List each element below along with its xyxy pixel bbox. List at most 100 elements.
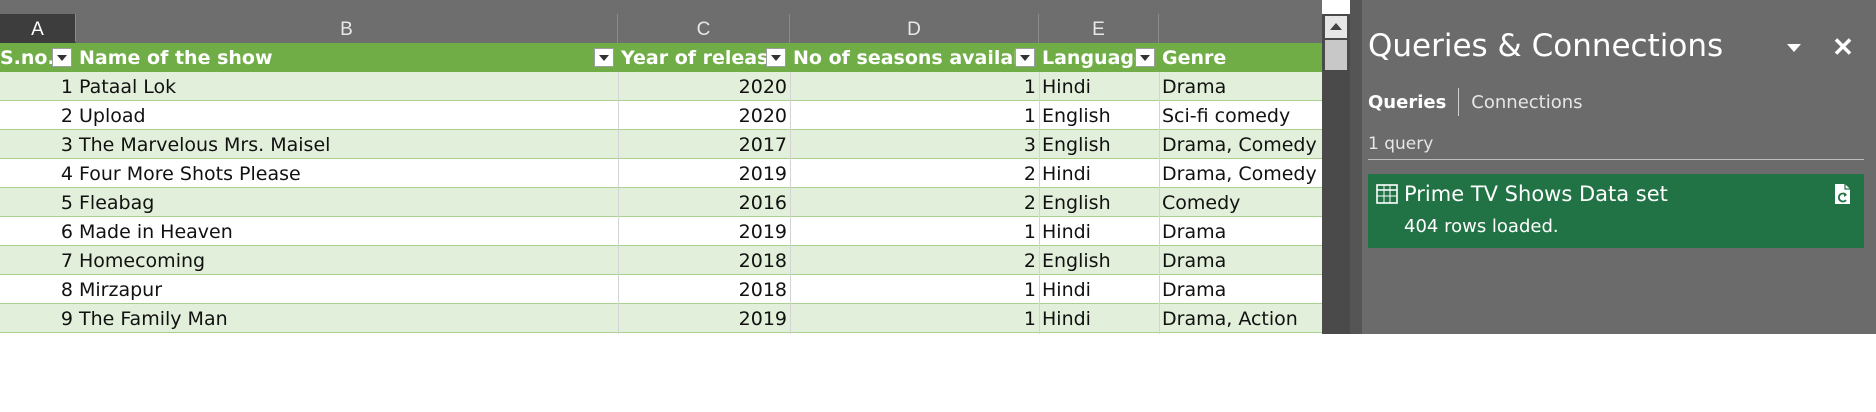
cell-language[interactable]: Hindi: [1039, 275, 1159, 303]
refresh-icon[interactable]: [1832, 182, 1854, 206]
column-header-d[interactable]: D: [790, 14, 1039, 43]
table-header-row: S.no. Name of the show Year of release N…: [0, 43, 1322, 72]
cell-language[interactable]: Hindi: [1039, 159, 1159, 187]
cell-genre[interactable]: Drama: [1159, 246, 1322, 274]
scroll-up-button[interactable]: [1325, 16, 1347, 38]
column-header-b[interactable]: B: [76, 14, 618, 43]
cell-show-name[interactable]: The Family Man: [76, 304, 618, 332]
filter-dropdown-icon[interactable]: [1015, 48, 1035, 67]
spreadsheet-grid: A B C D E S.no. Name of the show Year of…: [0, 0, 1322, 334]
cell-year[interactable]: 2018: [618, 275, 790, 303]
cell-sno[interactable]: 8: [0, 275, 76, 303]
column-headers: A B C D E: [0, 14, 1322, 43]
cell-show-name[interactable]: The Marvelous Mrs. Maisel: [76, 130, 618, 158]
tab-connections[interactable]: Connections: [1471, 92, 1582, 113]
header-genre: Genre: [1162, 47, 1227, 69]
cell-genre[interactable]: Drama: [1159, 72, 1322, 100]
cell-sno[interactable]: 2: [0, 101, 76, 129]
cell-seasons[interactable]: 3: [790, 130, 1039, 158]
cell-genre[interactable]: Comedy: [1159, 188, 1322, 216]
tab-queries[interactable]: Queries: [1368, 92, 1446, 113]
pane-splitter[interactable]: [1350, 0, 1362, 334]
excel-window: A B C D E S.no. Name of the show Year of…: [0, 0, 1876, 334]
chevron-down-icon[interactable]: [1782, 36, 1806, 60]
table-icon: [1376, 184, 1398, 204]
cell-seasons[interactable]: 1: [790, 304, 1039, 332]
cell-year[interactable]: 2019: [618, 159, 790, 187]
filter-dropdown-icon[interactable]: [1135, 48, 1155, 67]
cell-sno[interactable]: 5: [0, 188, 76, 216]
cell-year[interactable]: 2019: [618, 304, 790, 332]
cell-sno[interactable]: 4: [0, 159, 76, 187]
query-item[interactable]: Prime TV Shows Data set 404 rows loaded.: [1368, 174, 1864, 248]
cell-show-name[interactable]: Upload: [76, 101, 618, 129]
cell-seasons[interactable]: 2: [790, 246, 1039, 274]
cell-language[interactable]: Hindi: [1039, 72, 1159, 100]
cell-year[interactable]: 2018: [618, 246, 790, 274]
query-name: Prime TV Shows Data set: [1404, 182, 1668, 206]
filter-dropdown-icon[interactable]: [766, 48, 786, 67]
cell-year[interactable]: 2019: [618, 217, 790, 245]
table-row: 6 Made in Heaven 2019 1 Hindi Drama: [0, 217, 1322, 246]
column-header-e[interactable]: E: [1039, 14, 1159, 43]
header-show-name: Name of the show: [79, 47, 273, 69]
column-divider: [1159, 72, 1160, 334]
cell-genre[interactable]: Drama: [1159, 217, 1322, 245]
cell-show-name[interactable]: Mirzapur: [76, 275, 618, 303]
vertical-scrollbar[interactable]: [1322, 14, 1350, 334]
cell-genre[interactable]: Drama: [1159, 275, 1322, 303]
cell-language[interactable]: English: [1039, 101, 1159, 129]
cell-language[interactable]: English: [1039, 246, 1159, 274]
cell-year[interactable]: 2020: [618, 72, 790, 100]
column-divider: [618, 72, 619, 334]
cell-genre[interactable]: Sci-fi comedy: [1159, 101, 1322, 129]
cell-language[interactable]: Hindi: [1039, 304, 1159, 332]
column-divider: [1039, 72, 1040, 334]
cell-seasons[interactable]: 1: [790, 72, 1039, 100]
cell-show-name[interactable]: Homecoming: [76, 246, 618, 274]
cell-seasons[interactable]: 1: [790, 101, 1039, 129]
cell-year[interactable]: 2020: [618, 101, 790, 129]
cell-sno[interactable]: 9: [0, 304, 76, 332]
cell-seasons[interactable]: 2: [790, 188, 1039, 216]
table-row: 4 Four More Shots Please 2019 2 Hindi Drama, …: [0, 159, 1322, 188]
column-header-a[interactable]: A: [0, 14, 76, 43]
table-row: 9 The Family Man 2019 1 Hindi Drama, Action: [0, 304, 1322, 333]
close-icon[interactable]: ✕: [1828, 32, 1858, 62]
tab-divider: [1458, 88, 1460, 116]
header-sno: S.no.: [0, 47, 54, 69]
grid-top-strip: [0, 0, 1322, 14]
scroll-thumb[interactable]: [1325, 40, 1347, 70]
cell-seasons[interactable]: 2: [790, 159, 1039, 187]
queries-connections-pane: Queries & Connections ✕ Queries Connectio…: [1362, 0, 1876, 334]
cell-sno[interactable]: 3: [0, 130, 76, 158]
pane-tabs: Queries Connections: [1368, 88, 1583, 118]
cell-language[interactable]: Hindi: [1039, 217, 1159, 245]
cell-show-name[interactable]: Four More Shots Please: [76, 159, 618, 187]
cell-language[interactable]: English: [1039, 188, 1159, 216]
table-row: 3 The Marvelous Mrs. Maisel 2017 3 English Dr…: [0, 130, 1322, 159]
cell-genre[interactable]: Drama, Comedy: [1159, 159, 1322, 187]
cell-language[interactable]: English: [1039, 130, 1159, 158]
cell-genre[interactable]: Drama, Comedy: [1159, 130, 1322, 158]
divider: [1368, 159, 1864, 160]
filter-dropdown-icon[interactable]: [594, 48, 614, 67]
header-language: Language: [1042, 47, 1135, 69]
cell-show-name[interactable]: Fleabag: [76, 188, 618, 216]
column-divider: [790, 72, 791, 334]
table-row: 1 Pataal Lok 2020 1 Hindi Drama: [0, 72, 1322, 101]
column-header-c[interactable]: C: [618, 14, 790, 43]
filter-dropdown-icon[interactable]: [52, 48, 72, 67]
cell-seasons[interactable]: 1: [790, 275, 1039, 303]
cell-year[interactable]: 2017: [618, 130, 790, 158]
table-row: 8 Mirzapur 2018 1 Hindi Drama: [0, 275, 1322, 304]
cell-year[interactable]: 2016: [618, 188, 790, 216]
cell-show-name[interactable]: Made in Heaven: [76, 217, 618, 245]
cell-sno[interactable]: 1: [0, 72, 76, 100]
cell-genre[interactable]: Drama, Action: [1159, 304, 1322, 332]
cell-sno[interactable]: 6: [0, 217, 76, 245]
cell-sno[interactable]: 7: [0, 246, 76, 274]
cell-show-name[interactable]: Pataal Lok: [76, 72, 618, 100]
table-row: 5 Fleabag 2016 2 English Comedy: [0, 188, 1322, 217]
cell-seasons[interactable]: 1: [790, 217, 1039, 245]
